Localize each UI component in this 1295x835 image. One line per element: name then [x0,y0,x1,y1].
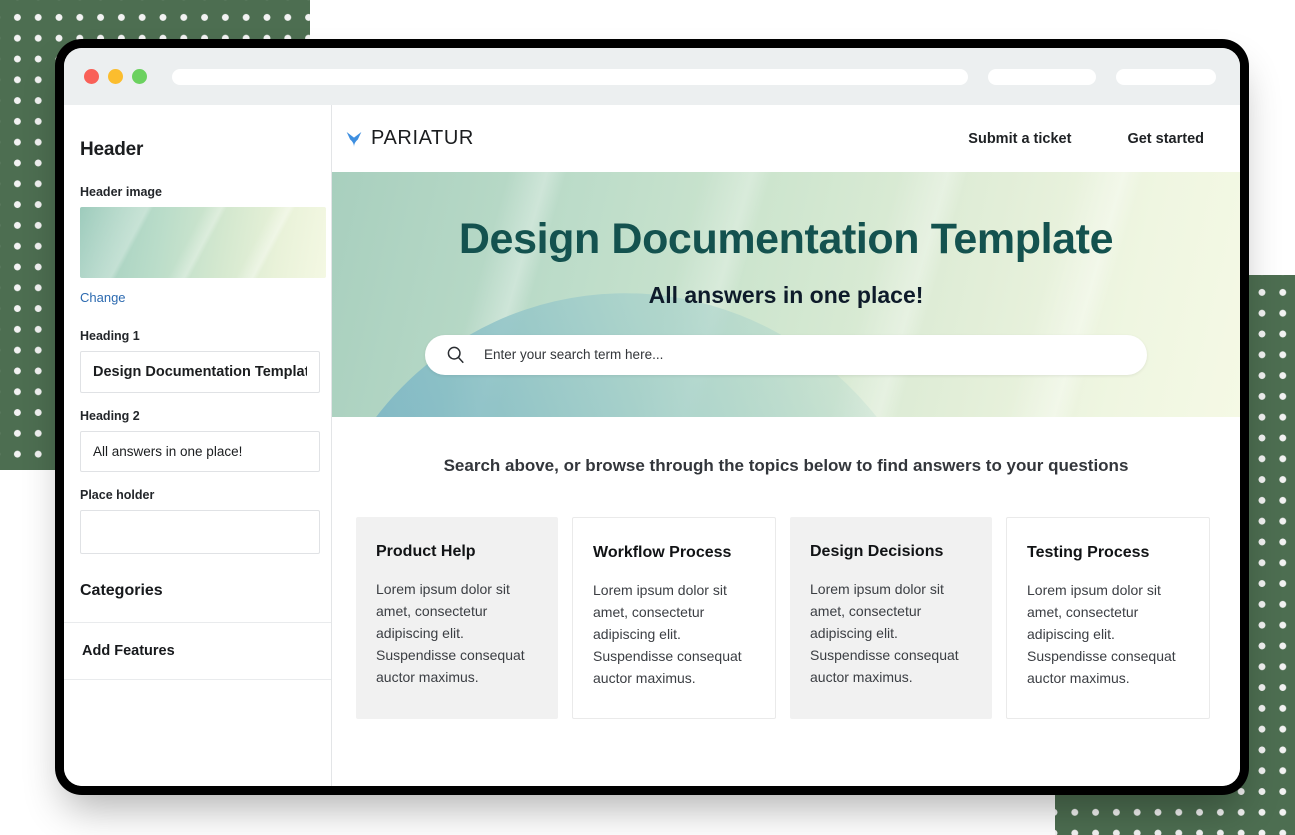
minimize-window-icon[interactable] [108,69,123,84]
heading-1-label: Heading 1 [80,329,140,343]
header-image-thumbnail[interactable] [80,207,326,278]
sidebar-divider-bottom [64,679,331,680]
topic-card-grid: Product Help Lorem ipsum dolor sit amet,… [332,476,1240,719]
topic-card[interactable]: Workflow Process Lorem ipsum dolor sit a… [572,517,776,719]
topic-card-title: Product Help [376,543,476,560]
heading-1-input[interactable] [80,351,320,393]
heading-2-input[interactable] [80,431,320,472]
toolbar-pill-two[interactable] [1116,68,1216,85]
sidebar-title: Header [80,139,144,160]
editor-sidebar: Header Header image Change Heading 1 Hea… [64,105,332,786]
search-icon [447,346,464,364]
search-input[interactable] [482,346,1127,363]
brand-name: PARIATUR [371,127,474,149]
site-preview: PARIATUR Submit a ticket Get started Des… [332,105,1240,786]
address-bar[interactable] [172,68,968,85]
place-holder-input[interactable] [80,510,320,554]
maximize-window-icon[interactable] [132,69,147,84]
categories-section-title: Categories [80,582,163,599]
heading-2-label: Heading 2 [80,409,140,423]
sidebar-item-add-features[interactable]: Add Features [64,623,331,679]
topic-card-title: Testing Process [1027,544,1150,561]
window-controls [84,69,147,84]
topic-card-title: Design Decisions [810,543,944,560]
nav-link-get-started[interactable]: Get started [1127,131,1204,147]
leaf-logo-icon [346,131,362,147]
browser-titlebar [64,48,1240,105]
browser-window: Header Header image Change Heading 1 Hea… [64,48,1240,786]
change-header-image-link[interactable]: Change [80,290,126,305]
hero-search-box[interactable] [425,334,1147,375]
nav-link-submit-a-ticket[interactable]: Submit a ticket [968,131,1071,147]
browse-instruction-text: Search above, or browse through the topi… [443,456,1129,475]
hero-heading-2: All answers in one place! [648,281,924,308]
page-root: Header Header image Change Heading 1 Hea… [0,0,1295,835]
topic-card[interactable]: Product Help Lorem ipsum dolor sit amet,… [356,517,558,719]
topic-card-body: Lorem ipsum dolor sit amet, consectetur … [810,581,959,686]
site-navbar: PARIATUR Submit a ticket Get started [332,105,1240,172]
topic-card[interactable]: Design Decisions Lorem ipsum dolor sit a… [790,517,992,719]
close-window-icon[interactable] [84,69,99,84]
header-image-label: Header image [80,185,162,199]
hero-banner: Design Documentation Template All answer… [332,172,1240,417]
topic-card[interactable]: Testing Process Lorem ipsum dolor sit am… [1006,517,1210,719]
topic-card-body: Lorem ipsum dolor sit amet, consectetur … [376,581,525,686]
browser-content: Header Header image Change Heading 1 Hea… [64,105,1240,786]
topic-card-body: Lorem ipsum dolor sit amet, consectetur … [593,582,742,687]
place-holder-label: Place holder [80,488,155,502]
brand-logo[interactable]: PARIATUR [344,127,474,150]
toolbar-pill-one[interactable] [988,68,1096,85]
topic-card-title: Workflow Process [593,544,732,561]
topic-card-body: Lorem ipsum dolor sit amet, consectetur … [1027,582,1176,687]
hero-heading-1: Design Documentation Template [458,214,1114,263]
